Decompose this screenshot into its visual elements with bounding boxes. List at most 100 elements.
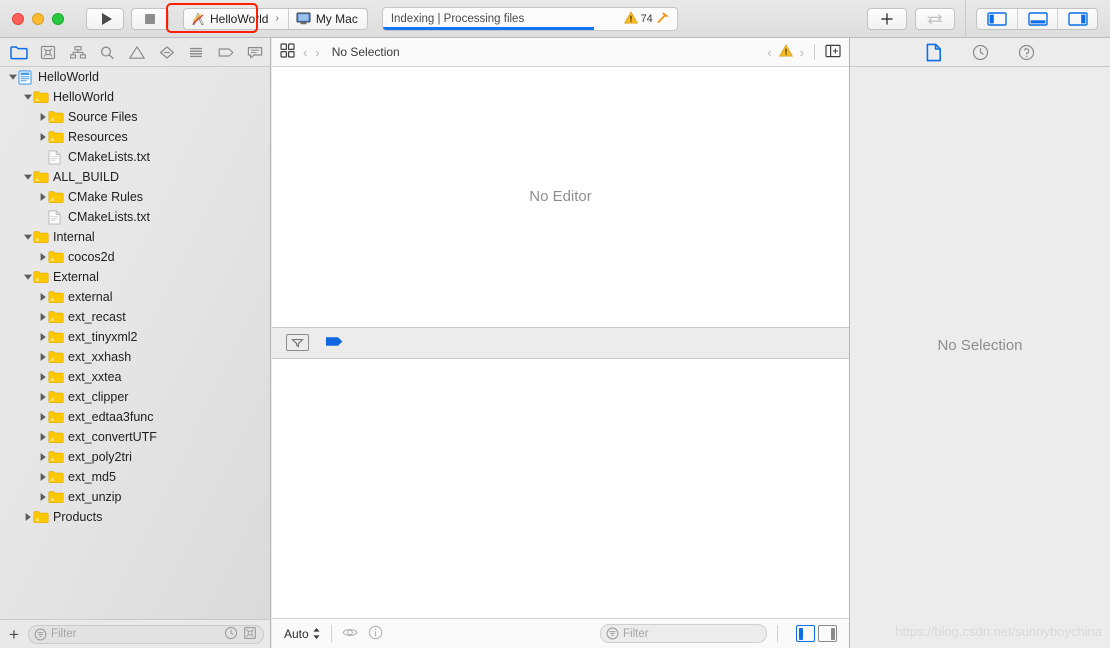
disclosure-triangle-closed-icon[interactable] bbox=[37, 452, 48, 463]
toggle-inspector-button[interactable] bbox=[1057, 8, 1097, 29]
sidebar-tab-debug-navigator[interactable] bbox=[181, 40, 211, 64]
disclosure-triangle-closed-icon[interactable] bbox=[37, 112, 48, 123]
sidebar-tab-symbol-navigator[interactable] bbox=[63, 40, 93, 64]
tab-file-inspector[interactable] bbox=[921, 41, 947, 63]
folder-icon bbox=[48, 330, 64, 345]
warning-triangle-icon[interactable] bbox=[623, 10, 638, 27]
disclosure-triangle-closed-icon[interactable] bbox=[37, 132, 48, 143]
tree-row[interactable]: ext_poly2tri bbox=[0, 447, 270, 467]
tree-row[interactable]: ext_xxtea bbox=[0, 367, 270, 387]
navigate-back-button[interactable]: ‹ bbox=[303, 45, 307, 60]
debug-bottom-bar: Auto Filter bbox=[272, 618, 849, 648]
disclosure-triangle-closed-icon[interactable] bbox=[37, 472, 48, 483]
add-editor-icon[interactable] bbox=[825, 44, 841, 61]
jump-bar-title[interactable]: No Selection bbox=[332, 45, 400, 59]
destination-button[interactable]: My Mac bbox=[289, 9, 367, 29]
navigator-filter-field[interactable]: Filter bbox=[27, 624, 264, 644]
tree-row[interactable]: ext_recast bbox=[0, 307, 270, 327]
blue-flag-icon[interactable] bbox=[325, 335, 345, 351]
disclosure-triangle-open-icon[interactable] bbox=[22, 272, 33, 283]
tree-row[interactable]: ext_clipper bbox=[0, 387, 270, 407]
sidebar-tab-breakpoint-navigator[interactable] bbox=[211, 40, 241, 64]
disclosure-triangle-closed-icon[interactable] bbox=[37, 312, 48, 323]
warning-triangle-icon[interactable] bbox=[778, 44, 793, 60]
disclosure-triangle-closed-icon[interactable] bbox=[37, 492, 48, 503]
zoom-window-button[interactable] bbox=[52, 12, 64, 25]
scope-selector[interactable]: Auto bbox=[284, 627, 321, 641]
disclosure-triangle-open-icon[interactable] bbox=[7, 72, 18, 83]
add-button[interactable] bbox=[867, 7, 907, 30]
tree-row[interactable]: ext_unzip bbox=[0, 487, 270, 507]
debug-console-area[interactable] bbox=[272, 358, 849, 618]
close-window-button[interactable] bbox=[12, 12, 24, 25]
related-items-icon[interactable] bbox=[280, 43, 295, 61]
previous-issue-button[interactable]: ‹ bbox=[767, 45, 771, 60]
sidebar-tab-source-control-navigator[interactable] bbox=[34, 40, 64, 64]
toggle-navigator-button[interactable] bbox=[977, 9, 1017, 29]
disclosure-triangle-closed-icon[interactable] bbox=[37, 432, 48, 443]
console-filter-field[interactable]: Filter bbox=[600, 624, 767, 643]
scheme-button[interactable]: HelloWorld › bbox=[184, 9, 288, 29]
minimize-window-button[interactable] bbox=[32, 12, 44, 25]
tree-row[interactable]: Internal bbox=[0, 227, 270, 247]
tree-row-label: CMakeLists.txt bbox=[68, 209, 150, 224]
status-activity-field[interactable]: Indexing | Processing files 74 bbox=[381, 6, 678, 31]
disclosure-triangle-closed-icon[interactable] bbox=[37, 352, 48, 363]
tree-row[interactable]: HelloWorld bbox=[0, 67, 270, 87]
navigate-forward-button[interactable]: › bbox=[315, 45, 319, 60]
sidebar-tab-test-navigator[interactable] bbox=[152, 40, 182, 64]
collapse-filter-button[interactable] bbox=[286, 334, 309, 351]
tree-row[interactable]: CMakeLists.txt bbox=[0, 207, 270, 227]
next-issue-button[interactable]: › bbox=[800, 45, 804, 60]
disclosure-triangle-open-icon[interactable] bbox=[22, 92, 33, 103]
sidebar-tab-project-navigator[interactable] bbox=[4, 40, 34, 64]
tree-row[interactable]: CMakeLists.txt bbox=[0, 147, 270, 167]
tree-row[interactable]: Resources bbox=[0, 127, 270, 147]
tab-quick-help-inspector[interactable] bbox=[1013, 41, 1039, 63]
disclosure-triangle-open-icon[interactable] bbox=[22, 232, 33, 243]
tree-row[interactable]: ext_edtaa3func bbox=[0, 407, 270, 427]
console-view-toggle[interactable] bbox=[818, 625, 837, 642]
disclosure-triangle-closed-icon[interactable] bbox=[22, 512, 33, 523]
disclosure-triangle-closed-icon[interactable] bbox=[37, 252, 48, 263]
tree-row[interactable]: external bbox=[0, 287, 270, 307]
tree-row[interactable]: ext_tinyxml2 bbox=[0, 327, 270, 347]
left-panel-icon bbox=[987, 11, 1007, 26]
run-button[interactable] bbox=[86, 7, 124, 30]
stop-button[interactable] bbox=[131, 7, 169, 30]
bottom-bar-divider bbox=[330, 625, 332, 642]
toggle-debug-area-button[interactable] bbox=[1017, 8, 1057, 29]
sidebar-tab-find-navigator[interactable] bbox=[93, 40, 123, 64]
hammer-icon[interactable] bbox=[656, 10, 670, 27]
sidebar-tab-report-navigator[interactable] bbox=[241, 40, 271, 64]
disclosure-triangle-open-icon[interactable] bbox=[22, 172, 33, 183]
disclosure-triangle-closed-icon[interactable] bbox=[37, 332, 48, 343]
tree-row[interactable]: CMake Rules bbox=[0, 187, 270, 207]
add-file-button[interactable]: + bbox=[6, 626, 22, 643]
tree-row[interactable]: HelloWorld bbox=[0, 87, 270, 107]
tab-history-inspector[interactable] bbox=[967, 41, 993, 63]
tree-row[interactable]: ALL_BUILD bbox=[0, 167, 270, 187]
tree-row[interactable]: Source Files bbox=[0, 107, 270, 127]
tree-row[interactable]: ext_md5 bbox=[0, 467, 270, 487]
source-control-filter-icon[interactable] bbox=[243, 626, 257, 643]
eye-icon[interactable] bbox=[342, 626, 358, 642]
tree-row[interactable]: External bbox=[0, 267, 270, 287]
disclosure-triangle-closed-icon[interactable] bbox=[37, 372, 48, 383]
tree-row[interactable]: ext_xxhash bbox=[0, 347, 270, 367]
tree-row[interactable]: ext_convertUTF bbox=[0, 427, 270, 447]
tree-row[interactable]: cocos2d bbox=[0, 247, 270, 267]
tree-row[interactable]: Products bbox=[0, 507, 270, 527]
disclosure-triangle-closed-icon[interactable] bbox=[37, 412, 48, 423]
project-file-tree[interactable]: HelloWorld HelloWorld Source Files Resource… bbox=[0, 67, 270, 619]
clock-icon[interactable] bbox=[224, 626, 238, 643]
disclosure-triangle-closed-icon[interactable] bbox=[37, 392, 48, 403]
disclosure-triangle-closed-icon[interactable] bbox=[37, 292, 48, 303]
warning-count: 74 bbox=[640, 12, 653, 25]
disclosure-triangle-closed-icon[interactable] bbox=[37, 192, 48, 203]
sidebar-tab-issue-navigator[interactable] bbox=[122, 40, 152, 64]
split-left-fill bbox=[798, 627, 803, 640]
info-icon[interactable] bbox=[368, 625, 383, 643]
swap-button[interactable] bbox=[915, 7, 955, 30]
variables-view-toggle[interactable] bbox=[796, 625, 815, 642]
